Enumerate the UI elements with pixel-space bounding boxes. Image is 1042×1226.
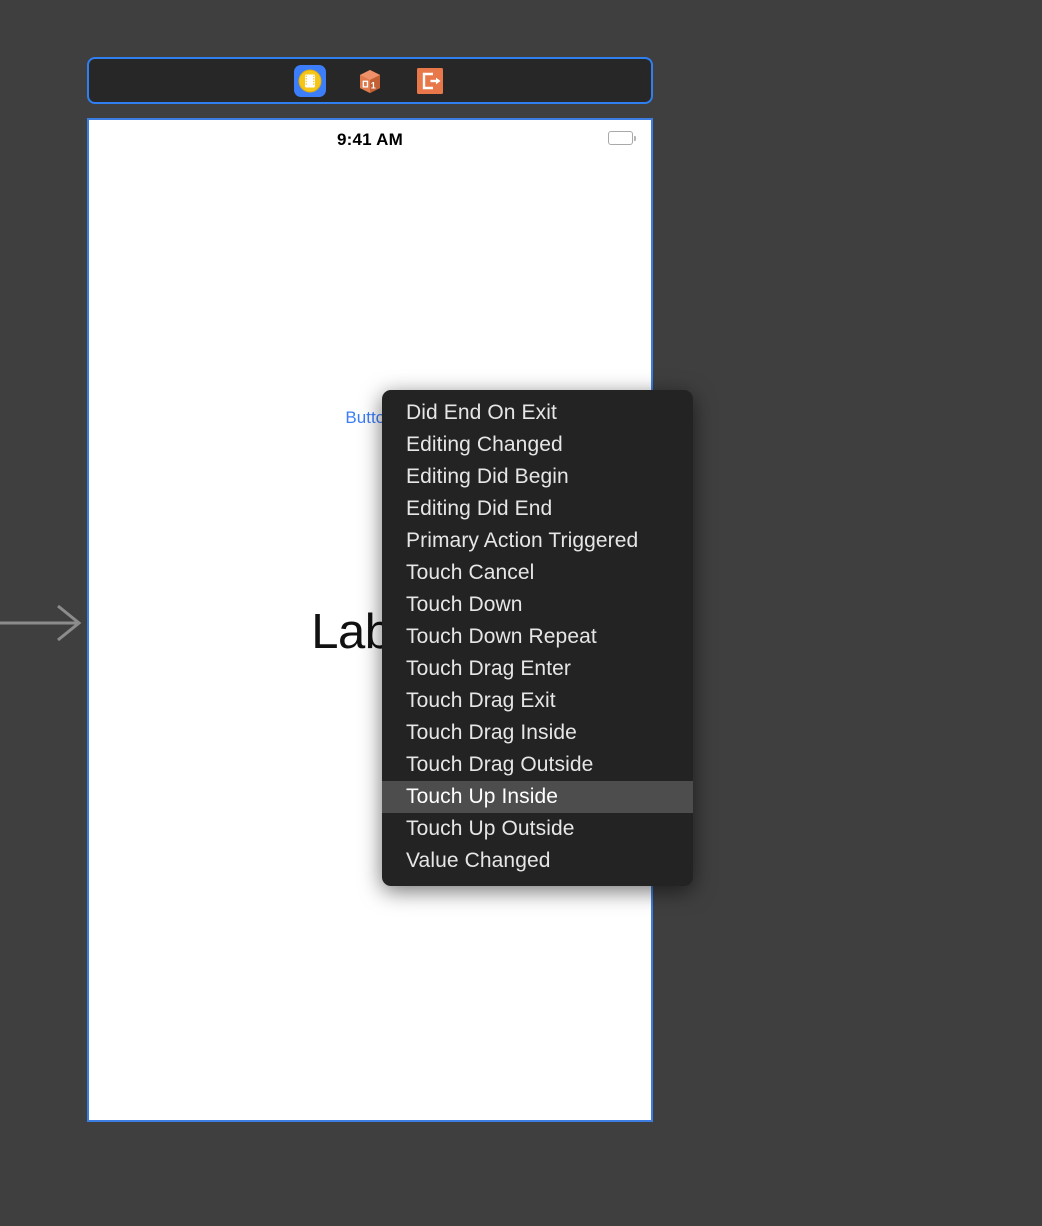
menu-item[interactable]: Editing Did End [382, 493, 693, 525]
connection-drag-arrow [0, 602, 86, 644]
menu-item[interactable]: Touch Drag Inside [382, 717, 693, 749]
menu-item[interactable]: Value Changed [382, 845, 693, 877]
view-controller-icon[interactable] [294, 64, 326, 97]
exit-icon[interactable] [414, 65, 446, 97]
status-bar: 9:41 AM [89, 120, 651, 160]
menu-item[interactable]: Touch Drag Outside [382, 749, 693, 781]
menu-item[interactable]: Touch Drag Exit [382, 685, 693, 717]
svg-text:1: 1 [371, 80, 376, 90]
menu-item[interactable]: Touch Down [382, 589, 693, 621]
menu-item[interactable]: Touch Down Repeat [382, 621, 693, 653]
menu-item[interactable]: Touch Up Outside [382, 813, 693, 845]
menu-item[interactable]: Touch Cancel [382, 557, 693, 589]
menu-item[interactable]: Touch Up Inside [382, 781, 693, 813]
events-context-menu[interactable]: Did End On Exit Editing Changed Editing Di… [382, 390, 693, 886]
first-responder-icon[interactable]: 1 [354, 65, 386, 97]
scene-dock[interactable]: 1 [87, 57, 653, 104]
menu-item[interactable]: Did End On Exit [382, 397, 693, 429]
menu-item[interactable]: Editing Did Begin [382, 461, 693, 493]
battery-full-icon [608, 131, 636, 145]
menu-item[interactable]: Touch Drag Enter [382, 653, 693, 685]
status-bar-time: 9:41 AM [337, 130, 403, 149]
menu-item[interactable]: Primary Action Triggered [382, 525, 693, 557]
menu-item[interactable]: Editing Changed [382, 429, 693, 461]
